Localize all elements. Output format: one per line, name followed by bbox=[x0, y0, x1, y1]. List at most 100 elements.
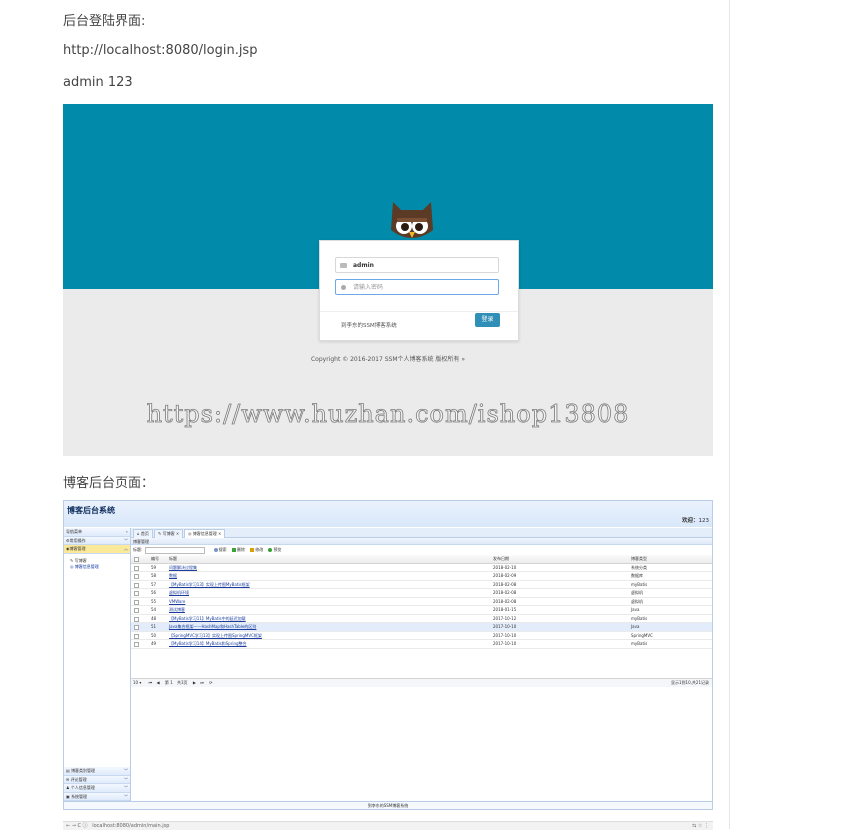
row-checkbox[interactable] bbox=[134, 608, 139, 613]
username-field[interactable]: admin bbox=[335, 257, 499, 273]
header-type[interactable]: 博客类型 bbox=[631, 555, 647, 563]
row-checkbox[interactable] bbox=[134, 642, 139, 647]
header-date[interactable]: 发布日期 bbox=[493, 555, 509, 563]
cell-title-link[interactable]: 【MyBatis学习13】实现上传图MyBatis框架 bbox=[169, 581, 250, 589]
sidebar-group-system[interactable]: ▣ 系统管理 ︾ bbox=[64, 792, 130, 801]
cell-title-link[interactable]: 【SpringMVC学习13】实现上传图SpringMVC框架 bbox=[169, 632, 262, 640]
search-input[interactable] bbox=[145, 546, 206, 554]
table-row[interactable]: 51 Java集合框架——HashMap和HashTable的区别 2017-10-… bbox=[131, 623, 712, 632]
login-form: admin 请输入密码 到李东的SSM博客系统 登录 bbox=[319, 240, 519, 341]
login-screenshot: admin 请输入密码 到李东的SSM博客系统 登录 Copyright © 2… bbox=[63, 104, 713, 456]
heading-login: 后台登陆界面: bbox=[63, 14, 146, 29]
sidebar-group-label: 个人信息管理 bbox=[70, 785, 95, 790]
sidebar-group-label: 系统管理 bbox=[71, 793, 88, 799]
cell-title-link[interactable]: 问题解决过程集 bbox=[169, 564, 197, 572]
tab-write-blog[interactable]: ✎ 写博客 × bbox=[154, 529, 184, 538]
cell-title-link[interactable]: 测试博客 bbox=[169, 606, 185, 614]
browser-nav-buttons[interactable]: ← → C ⓘ bbox=[66, 823, 88, 829]
cell-date: 2018-02-10 bbox=[493, 564, 517, 570]
cell-type: 虚拟机 bbox=[631, 598, 643, 604]
chevron-down-icon[interactable]: ︾ bbox=[124, 784, 128, 792]
welcome-text: 欢迎：123 bbox=[682, 516, 709, 524]
sidebar-bottom-groups: ▤ 博客类别管理 ︾ ✉ 评论管理 ︾ ♟ 个人信息管理 ︾ ▣ 系统管理 ︾ bbox=[64, 767, 130, 801]
chevron-down-icon[interactable]: ︾ bbox=[124, 793, 128, 801]
page-size-select[interactable]: 10 ▾ bbox=[133, 680, 141, 685]
row-checkbox[interactable] bbox=[134, 599, 139, 605]
cell-id: 59 bbox=[151, 564, 157, 570]
search-button[interactable]: 搜索 bbox=[213, 547, 227, 552]
tab-blog-manage[interactable]: ◎ 博客信息管理 × bbox=[184, 529, 226, 538]
address-bar[interactable]: localhost:8080/admin/main.jsp bbox=[92, 823, 169, 829]
cell-date: 2018-02-08 bbox=[493, 581, 517, 587]
row-checkbox[interactable] bbox=[134, 574, 139, 579]
search-icon: ◎ bbox=[70, 563, 74, 569]
cell-date: 2017-10-10 bbox=[493, 624, 517, 629]
tab-home[interactable]: ⌂ 首页 bbox=[133, 529, 153, 538]
sidebar-header-nav[interactable]: 导航菜单 « bbox=[64, 528, 130, 537]
cell-title-link[interactable]: 【MyBatis学习14】MyBatis和Spring整合 bbox=[169, 640, 247, 648]
cell-title-link[interactable]: Java集合框架——HashMap和HashTable的区别 bbox=[169, 623, 256, 631]
row-checkbox[interactable] bbox=[134, 565, 139, 571]
user-icon bbox=[340, 263, 347, 268]
table-row[interactable]: 54 测试博客 2018-01-15 Java bbox=[131, 606, 712, 615]
chat-icon: ✉ bbox=[66, 776, 70, 782]
row-checkbox[interactable] bbox=[134, 633, 139, 639]
row-checkbox[interactable] bbox=[134, 582, 139, 588]
table-row[interactable]: 48 【MyBatis学习11】MyBatis中的延迟加载 2017-10-12 my… bbox=[131, 615, 712, 623]
system-icon: ▣ bbox=[66, 793, 70, 799]
cell-type: myBatis bbox=[631, 615, 648, 621]
refresh-icon[interactable]: ⟳ bbox=[209, 680, 212, 685]
header-title[interactable]: 标题 bbox=[169, 555, 177, 563]
table-row[interactable]: 56 虚拟机环境 2018-02-08 虚拟机 bbox=[131, 589, 712, 598]
register-link[interactable]: 到李东的SSM博客系统 bbox=[341, 321, 397, 329]
header-id[interactable]: 编号 bbox=[151, 555, 159, 563]
password-field[interactable]: 请输入密码 bbox=[335, 279, 499, 295]
preview-button[interactable]: 预览 bbox=[268, 547, 281, 552]
cell-type: Java bbox=[631, 624, 640, 629]
cell-title-link[interactable]: 【MyBatis学习11】MyBatis中的延迟加载 bbox=[169, 615, 246, 623]
select-all-checkbox[interactable] bbox=[134, 557, 139, 562]
last-page-icon[interactable]: ⏭ bbox=[200, 680, 204, 685]
chevron-down-icon[interactable]: ︾ bbox=[124, 776, 128, 784]
sidebar-group-category[interactable]: ▤ 博客类别管理 ︾ bbox=[64, 767, 130, 776]
prev-page-icon[interactable]: ◀ bbox=[157, 680, 160, 685]
row-checkbox[interactable] bbox=[134, 616, 139, 622]
login-button[interactable]: 登录 bbox=[475, 313, 500, 327]
sidebar-group-common[interactable]: ⚙常用操作 ︾ bbox=[64, 536, 130, 545]
cell-id: 56 bbox=[151, 590, 157, 595]
delete-button[interactable]: 删除 bbox=[231, 547, 245, 552]
cell-date: 2018-01-15 bbox=[493, 607, 517, 612]
edit-button[interactable]: 修改 bbox=[250, 547, 263, 552]
form-divider bbox=[320, 311, 518, 312]
row-checkbox[interactable] bbox=[134, 625, 139, 630]
table-row[interactable]: 57 【MyBatis学习13】实现上传图MyBatis框架 2018-02-08 m… bbox=[131, 581, 712, 589]
sidebar-group-profile[interactable]: ♟ 个人信息管理 ︾ bbox=[64, 784, 130, 793]
next-page-icon[interactable]: ▶ bbox=[193, 680, 196, 685]
page-number-input[interactable]: 1 bbox=[170, 680, 173, 685]
chevron-down-icon[interactable]: ︾ bbox=[124, 767, 128, 775]
row-checkbox[interactable] bbox=[134, 591, 139, 596]
sidebar-group-blog[interactable]: ◉博客管理 ︽ bbox=[64, 545, 130, 554]
cell-title-link[interactable]: VMWare bbox=[169, 598, 185, 606]
table-row[interactable]: 55 VMWare 2018-02-08 虚拟机 bbox=[131, 598, 712, 606]
sidebar-group-comments[interactable]: ✉ 评论管理 ︾ bbox=[64, 775, 130, 784]
cell-title-link[interactable]: 数据 bbox=[169, 572, 177, 580]
sidebar-item-label: 博客信息管理 bbox=[74, 563, 99, 569]
chevron-down-icon[interactable]: ︾ bbox=[124, 537, 128, 545]
password-placeholder: 请输入密码 bbox=[353, 284, 384, 291]
chevron-up-icon[interactable]: ︽ bbox=[124, 545, 128, 553]
table-row[interactable]: 49 【MyBatis学习14】MyBatis和Spring整合 2017-10-1… bbox=[131, 640, 712, 649]
cell-id: 58 bbox=[151, 573, 157, 578]
table-row[interactable]: 50 【SpringMVC学习13】实现上传图SpringMVC框架 2017-10… bbox=[131, 632, 712, 640]
sidebar-item-blog-manage[interactable]: ◎ 博客信息管理 bbox=[64, 564, 130, 570]
cell-title-link[interactable]: 虚拟机环境 bbox=[169, 589, 189, 597]
owl-logo-icon bbox=[391, 202, 433, 238]
cell-date: 2017-10-10 bbox=[493, 632, 517, 638]
table-row[interactable]: 58 数据 2018-02-09 数据库 bbox=[131, 572, 712, 581]
cell-date: 2017-10-10 bbox=[493, 641, 517, 646]
pager-info: 显示1到10,共21记录 bbox=[671, 680, 709, 685]
table-row[interactable]: 59 问题解决过程集 2018-02-10 系统分类 bbox=[131, 564, 712, 572]
collapse-icon[interactable]: « bbox=[126, 528, 128, 536]
cell-date: 2017-10-12 bbox=[493, 615, 517, 621]
first-page-icon[interactable]: ⏮ bbox=[149, 680, 153, 685]
